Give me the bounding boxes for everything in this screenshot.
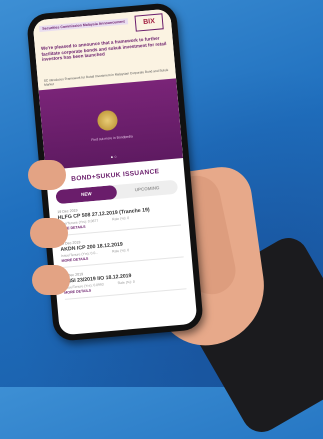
hand-finger (30, 218, 68, 248)
bondpedia-badge-icon (96, 109, 119, 132)
banner-headline: We're pleased to announce that a framewo… (40, 35, 167, 62)
banner-footer: Find out more in Bondpedia (91, 134, 133, 142)
banner-tag: Securities Commission Malaysia Announcem… (38, 18, 128, 33)
promo-banner[interactable]: Securities Commission Malaysia Announcem… (32, 8, 184, 171)
bix-logo: BIX (134, 13, 164, 32)
hand-finger (32, 265, 70, 295)
banner-top: Securities Commission Malaysia Announcem… (32, 8, 177, 91)
hand-finger (28, 160, 66, 190)
